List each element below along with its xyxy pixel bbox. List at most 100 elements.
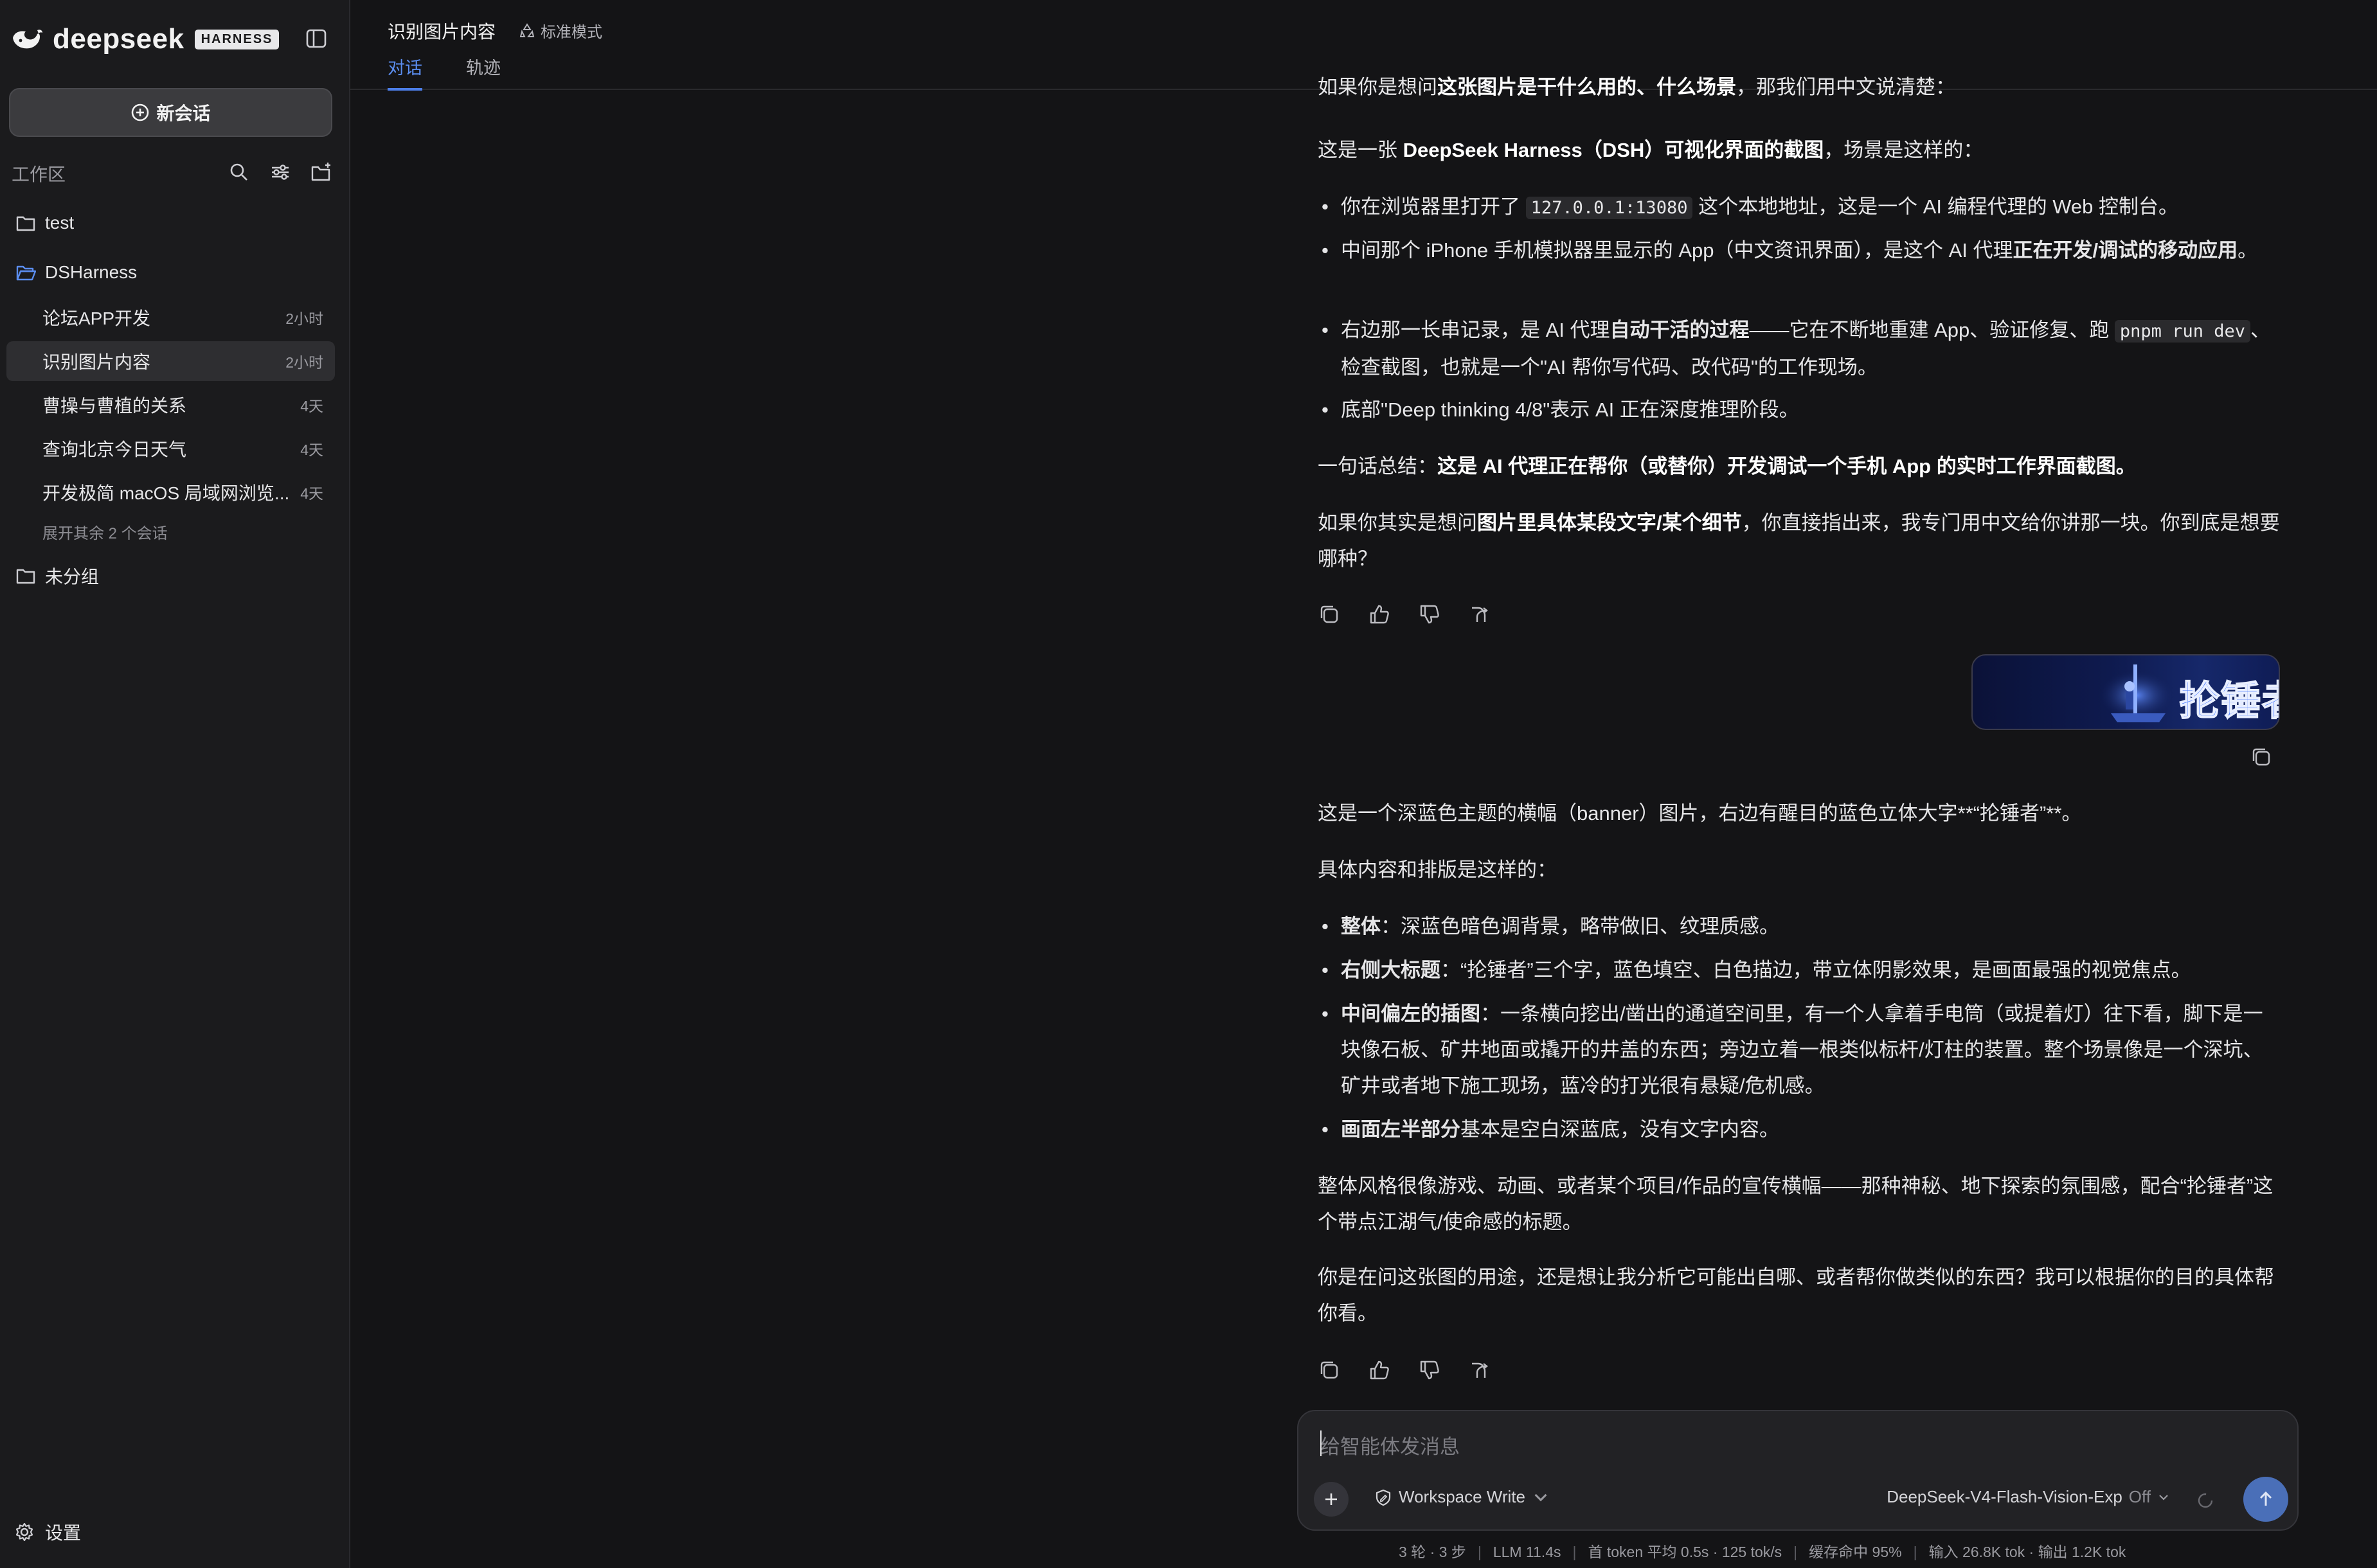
conversation-title: 识别图片内容: [42, 352, 151, 372]
branch-icon[interactable]: [1468, 1359, 1491, 1382]
copy-icon[interactable]: [1318, 1359, 1341, 1382]
text: 基本是空白深蓝底，没有文字内容。: [1460, 1118, 1779, 1141]
banner-title: 抡锤者: [2179, 677, 2279, 725]
conversation-time: 2小时: [285, 354, 323, 371]
message-actions: [1318, 603, 1491, 626]
text: 中间那个 iPhone 手机模拟器里显示的 App（中文资讯界面），是这个 AI…: [1341, 239, 2013, 262]
user-image-banner[interactable]: 抡锤者: [1971, 654, 2280, 730]
brand-name: deepseek: [53, 23, 184, 55]
stat-turns: 3 轮 · 3 步: [1399, 1544, 1466, 1560]
mode-indicator[interactable]: 标准模式: [519, 19, 602, 42]
copy-icon[interactable]: [1318, 603, 1341, 626]
list-item: 画面左半部分基本是空白深蓝底，没有文字内容。: [1318, 1112, 2282, 1148]
permission-selector[interactable]: Workspace Write: [1374, 1487, 1550, 1507]
folder-icon: [16, 216, 35, 231]
workspace-label: 工作区: [12, 165, 66, 184]
folder-open-icon: [16, 265, 36, 281]
list-item: 整体：深蓝色暗色调背景，略带做旧、纹理质感。: [1318, 909, 2282, 945]
conversation-time: 2小时: [285, 310, 323, 327]
new-folder-icon[interactable]: [310, 161, 333, 184]
message-paragraph: 如果你是想问这张图片是干什么用的、什么场景，那我们用中文说清楚：: [1318, 69, 2282, 105]
send-button[interactable]: [2243, 1477, 2288, 1522]
new-chat-label: 新会话: [156, 103, 211, 123]
loading-spinner-icon: [2198, 1493, 2213, 1508]
copy-icon[interactable]: [2250, 745, 2273, 769]
text: 。: [2238, 239, 2258, 262]
text-caret: [1320, 1430, 1322, 1456]
message-input[interactable]: 给智能体发消息: [1320, 1430, 1460, 1459]
text: 底部"Deep thinking 4/8"表示 AI 正在深度推理阶段。: [1341, 398, 1799, 421]
permission-label: Workspace Write: [1399, 1487, 1525, 1506]
expand-more-conversations[interactable]: 展开其余 2 个会话: [42, 521, 168, 543]
text: ，那我们用中文说清楚：: [1736, 76, 1955, 98]
tab-trace[interactable]: 轨迹: [466, 54, 501, 88]
text: 如果你其实是想问: [1318, 512, 1477, 534]
bold-text: 中间偏左的插图: [1341, 1002, 1480, 1025]
conversation-item[interactable]: 论坛APP开发 2小时: [6, 298, 335, 337]
message-paragraph: 一句话总结：这是 AI 代理正在帮你（或替你）开发调试一个手机 App 的实时工…: [1318, 449, 2282, 485]
tab-dialog[interactable]: 对话: [388, 54, 422, 91]
text: 如果你是想问: [1318, 76, 1437, 98]
thumbs-down-icon[interactable]: [1418, 603, 1441, 626]
folder-name: 未分组: [45, 567, 100, 587]
folder-ungrouped[interactable]: 未分组: [15, 562, 99, 590]
brand[interactable]: deepseek HARNESS: [10, 23, 280, 55]
text: 一句话总结：: [1318, 455, 1437, 477]
bold-text: 这张图片是干什么用的、什么场景: [1437, 76, 1736, 98]
text: 你在浏览器里打开了: [1341, 195, 1526, 218]
search-icon[interactable]: [228, 161, 251, 184]
model-selector[interactable]: DeepSeek-V4-Flash-Vision-Exp Off: [1887, 1487, 2170, 1507]
mode-label: 标准模式: [541, 24, 602, 41]
thumbs-up-icon[interactable]: [1368, 1359, 1391, 1382]
sidebar: deepseek HARNESS 新会话 工作区 test DSHarness …: [0, 0, 350, 1568]
filter-sliders-icon[interactable]: [269, 161, 292, 184]
stat-io: 输入 26.8K tok · 输出 1.2K tok: [1928, 1544, 2126, 1560]
message-paragraph: 这是一张 DeepSeek Harness（DSH）可视化界面的截图，场景是这样…: [1318, 132, 2282, 168]
settings-button[interactable]: 设置: [14, 1519, 81, 1545]
text: 这是一张: [1318, 139, 1403, 161]
bold-text: DeepSeek Harness（DSH）可视化界面的截图: [1403, 139, 1824, 161]
folder-test[interactable]: test: [15, 209, 74, 237]
chevron-down-icon: [2159, 1494, 2168, 1501]
attach-button[interactable]: [1314, 1482, 1349, 1517]
bold-text: 这是 AI 代理正在帮你（或替你）开发调试一个手机 App 的实时工作界面截图。: [1437, 455, 2136, 477]
conversation-title: 论坛APP开发: [42, 308, 151, 328]
conversation-item-active[interactable]: 识别图片内容 2小时: [6, 341, 335, 381]
sidebar-collapse-icon[interactable]: [305, 27, 328, 50]
conversation-time: 4天: [300, 485, 323, 502]
message-paragraph: 如果你其实是想问图片里具体某段文字/某个细节，你直接指出来，我专门用中文给你讲那…: [1318, 505, 2282, 577]
message-paragraph: 具体内容和排版是这样的：: [1318, 859, 1557, 881]
bold-text: 右侧大标题: [1341, 959, 1440, 981]
workspace-header: 工作区: [12, 161, 333, 186]
folder-dsharness[interactable]: DSHarness: [15, 258, 137, 287]
model-name: DeepSeek-V4-Flash-Vision-Exp: [1887, 1487, 2122, 1506]
deepseek-whale-icon: [13, 30, 42, 49]
folder-name: DSHarness: [45, 262, 138, 282]
conversation-title: 查询北京今日天气: [42, 440, 187, 459]
conversation-time: 4天: [300, 441, 323, 458]
conversation-item[interactable]: 开发极简 macOS 局域网浏览... 4天: [6, 472, 335, 512]
text: ：深蓝色暗色调背景，略带做旧、纹理质感。: [1381, 915, 1779, 938]
branch-icon[interactable]: [1468, 603, 1491, 626]
thumbs-up-icon[interactable]: [1368, 603, 1391, 626]
plus-circle-icon: [132, 103, 149, 121]
text: ，场景是这样的：: [1824, 139, 1984, 161]
message-composer[interactable]: 给智能体发消息 Workspace Write DeepSeek-V4-Flas…: [1297, 1410, 2299, 1531]
thumbs-down-icon[interactable]: [1418, 1359, 1441, 1382]
stat-llm: LLM 11.4s: [1493, 1544, 1561, 1560]
session-stats: 3 轮 · 3 步 | LLM 11.4s | 首 token 平均 0.5s · 12…: [1399, 1540, 2126, 1562]
brand-badge: HARNESS: [194, 29, 280, 49]
inline-code: pnpm run dev: [2114, 320, 2250, 343]
separator: |: [1572, 1544, 1577, 1560]
gear-icon: [15, 1522, 33, 1542]
bold-text: 画面左半部分: [1341, 1118, 1460, 1141]
message-paragraph: 你是在问这张图的用途，还是想让我分析它可能出自哪、或者帮你做类似的东西？我可以根…: [1318, 1266, 2274, 1324]
shield-edit-icon: [1376, 1489, 1391, 1506]
conversation-item[interactable]: 曹操与曹植的关系 4天: [6, 385, 335, 425]
bold-text: 图片里具体某段文字/某个细节: [1477, 512, 1742, 534]
text: 右边那一长串记录，是 AI 代理: [1341, 319, 1610, 341]
conversation-item[interactable]: 查询北京今日天气 4天: [6, 429, 335, 468]
new-chat-button[interactable]: 新会话: [9, 88, 332, 137]
message-actions: [1318, 1359, 1491, 1382]
chevron-down-icon: [1534, 1493, 1547, 1501]
